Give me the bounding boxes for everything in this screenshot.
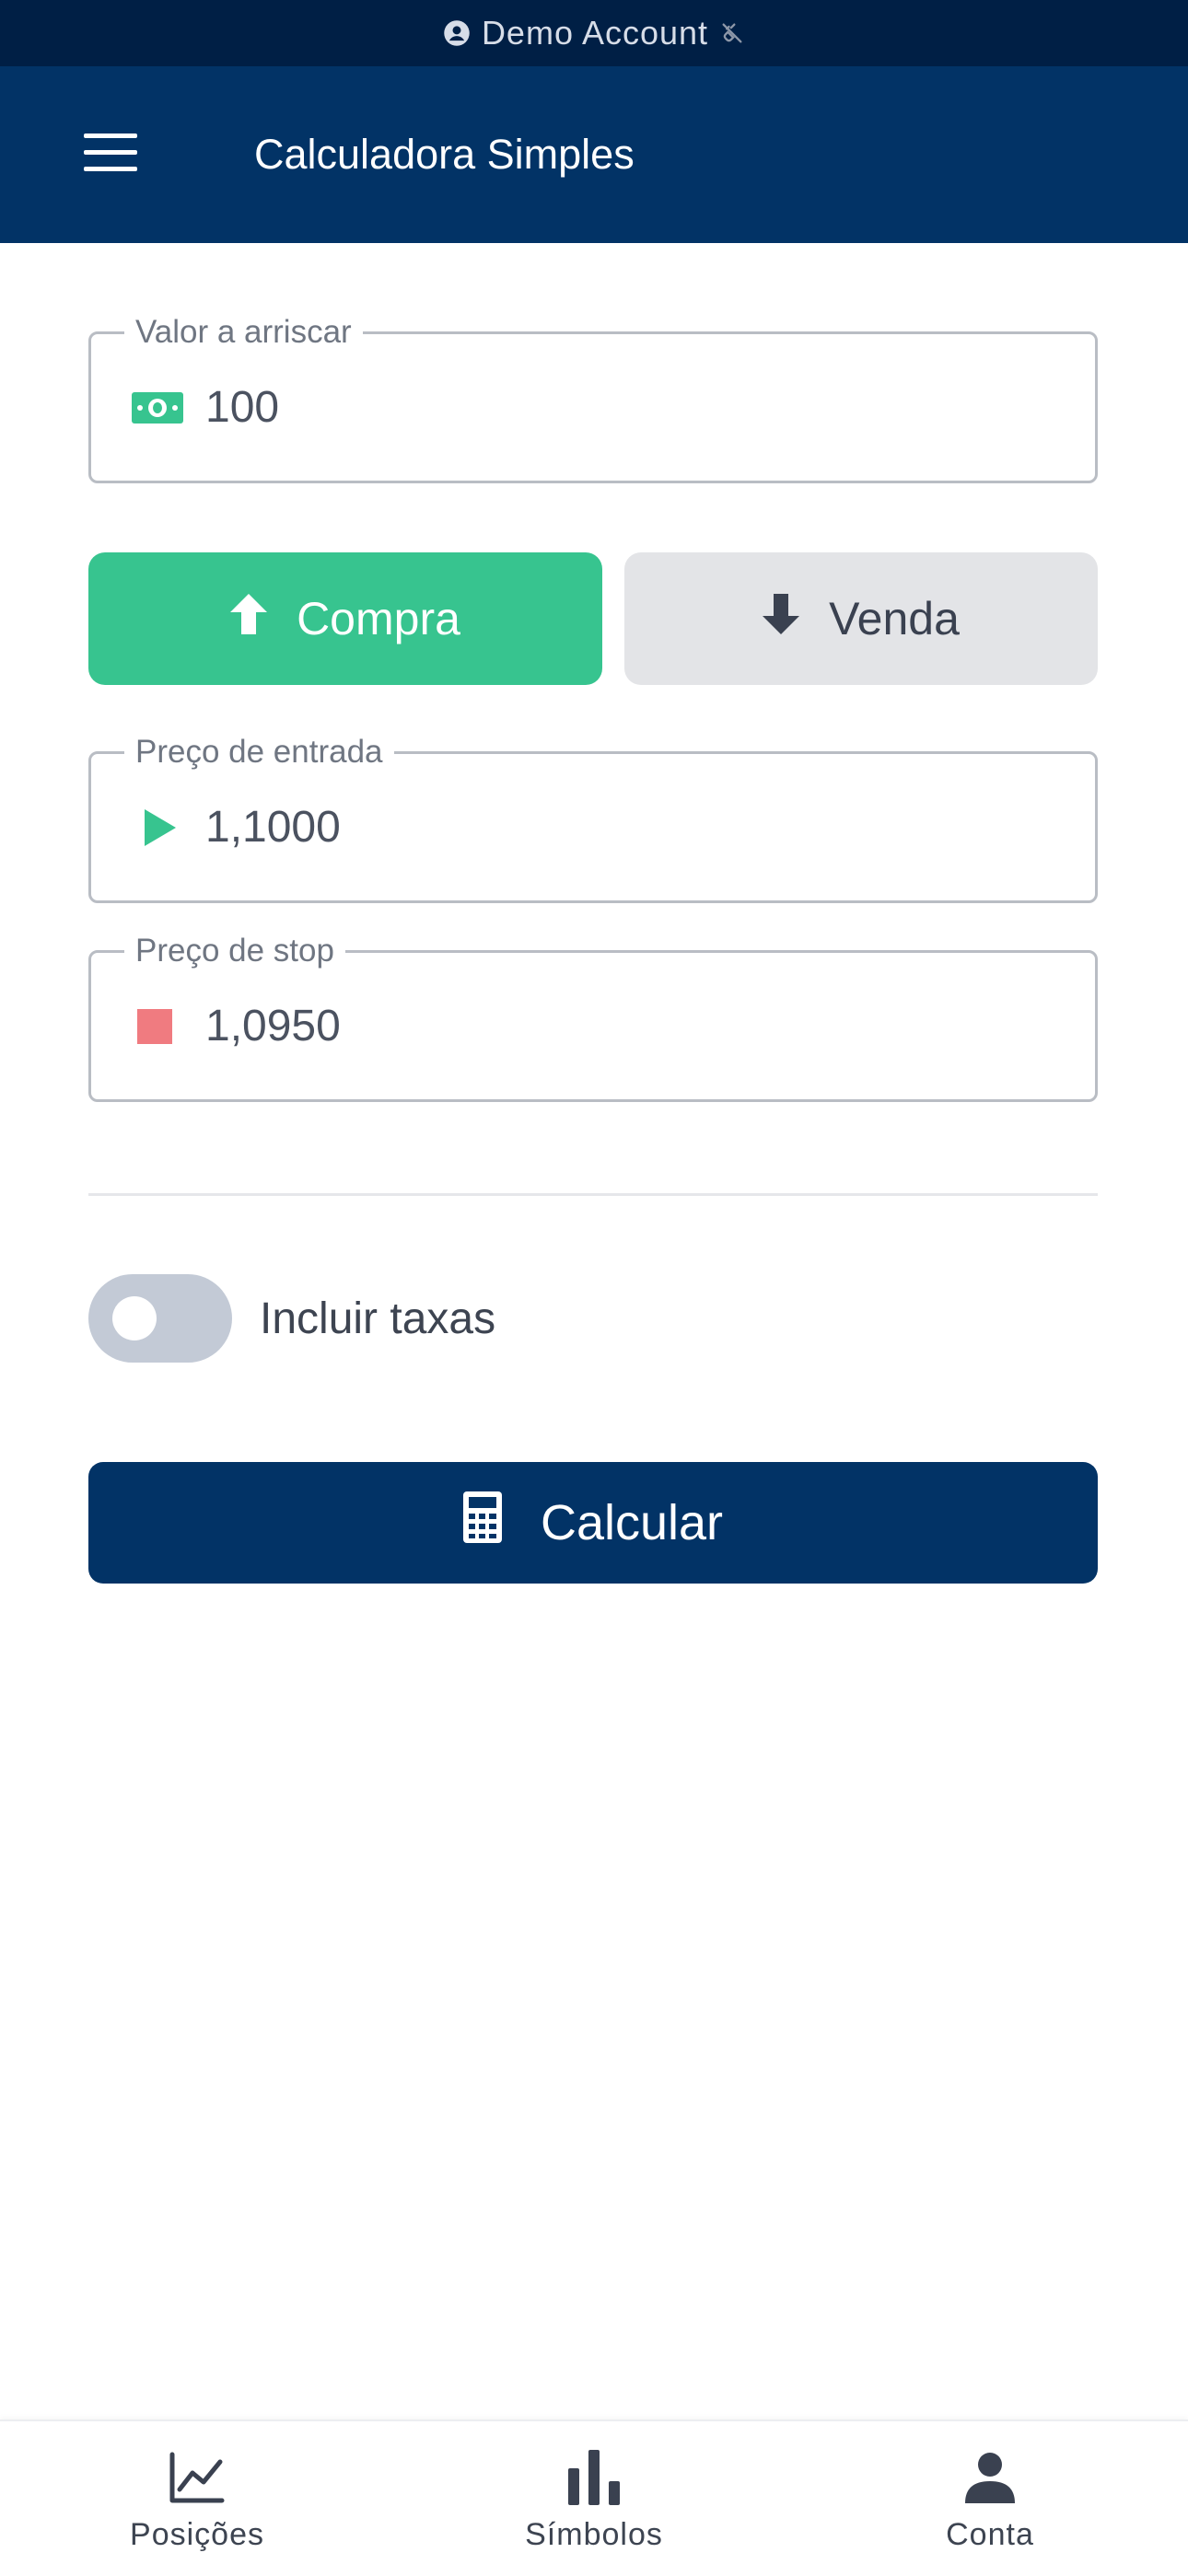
person-icon <box>963 2449 1017 2506</box>
divider <box>88 1193 1098 1196</box>
calculate-button[interactable]: Calcular <box>88 1462 1098 1584</box>
buy-button[interactable]: Compra <box>88 552 602 685</box>
nav-label-positions: Posições <box>130 2517 264 2552</box>
line-chart-icon <box>169 2449 226 2506</box>
stop-square-icon <box>132 1008 172 1044</box>
bar-chart-icon <box>566 2449 622 2506</box>
sell-label: Venda <box>829 593 960 644</box>
play-triangle-icon <box>132 807 180 848</box>
nav-label-account: Conta <box>946 2517 1034 2552</box>
nav-item-positions[interactable]: Posições <box>59 2421 335 2576</box>
risk-amount-field[interactable]: Valor a arriscar <box>88 312 1098 483</box>
bottom-nav: Posições Símbolos Conta <box>0 2419 1188 2576</box>
risk-amount-input[interactable] <box>205 334 1077 481</box>
page-title: Calculadora Simples <box>254 131 635 178</box>
calculate-label: Calcular <box>540 1495 724 1550</box>
arrow-down-icon <box>763 592 800 645</box>
include-fees-label: Incluir taxas <box>260 1294 496 1343</box>
hamburger-menu-icon <box>84 133 137 177</box>
stop-price-field[interactable]: Preço de stop <box>88 931 1098 1102</box>
nav-item-account[interactable]: Conta <box>852 2421 1128 2576</box>
include-fees-toggle[interactable] <box>88 1274 232 1363</box>
calculator-icon <box>462 1491 502 1555</box>
nav-item-symbols[interactable]: Símbolos <box>456 2421 732 2576</box>
nav-label-symbols: Símbolos <box>525 2517 663 2552</box>
user-circle-icon <box>443 19 471 47</box>
sell-button[interactable]: Venda <box>624 552 1098 685</box>
arrow-up-icon <box>230 592 268 645</box>
entry-price-input[interactable] <box>205 754 1077 900</box>
stop-price-input[interactable] <box>205 953 1077 1099</box>
buy-label: Compra <box>297 593 460 644</box>
app-bar: Calculadora Simples <box>0 66 1188 243</box>
entry-price-field[interactable]: Preço de entrada <box>88 732 1098 903</box>
menu-button[interactable] <box>74 118 147 191</box>
toggle-knob <box>112 1296 157 1340</box>
account-label: Demo Account <box>481 14 709 52</box>
disconnected-plug-icon <box>719 20 745 46</box>
status-bar: Demo Account <box>0 0 1188 66</box>
money-bill-icon <box>132 391 183 424</box>
